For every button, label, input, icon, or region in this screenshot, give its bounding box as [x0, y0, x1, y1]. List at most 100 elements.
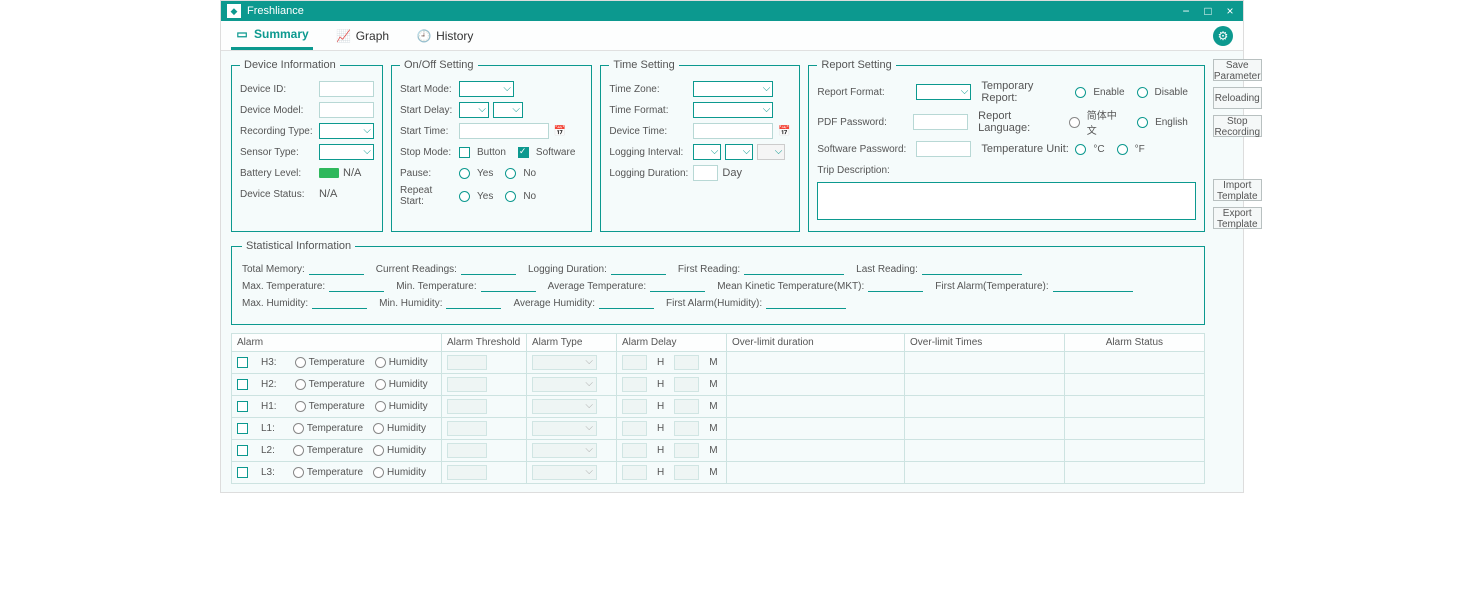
tripdesc-textarea[interactable]: [817, 182, 1196, 220]
alarm-temp-radio[interactable]: [293, 423, 304, 434]
settings-gear-icon[interactable]: ⚙: [1213, 26, 1233, 46]
alarm-temp-radio[interactable]: [293, 445, 304, 456]
alarm-row-check[interactable]: [237, 445, 248, 456]
stop-software-check[interactable]: [518, 147, 529, 158]
alarm-type-select[interactable]: [532, 399, 597, 414]
save-parameter-button[interactable]: Save Parameter: [1213, 59, 1262, 81]
alarm-delay-h-field[interactable]: [622, 377, 647, 392]
alarm-temp-radio[interactable]: [295, 379, 306, 390]
tab-graph[interactable]: 📈 Graph: [333, 23, 393, 49]
lang-en-radio[interactable]: [1137, 117, 1148, 128]
start-time-field[interactable]: [459, 123, 549, 139]
import-template-button[interactable]: Import Template: [1213, 179, 1262, 201]
stop-recording-button[interactable]: Stop Recording: [1213, 115, 1262, 137]
reportformat-select[interactable]: [916, 84, 971, 100]
alarm-type-select[interactable]: [532, 421, 597, 436]
loginterval-select2[interactable]: [725, 144, 753, 160]
alarm-row-check[interactable]: [237, 379, 248, 390]
enable-radio[interactable]: [1075, 87, 1086, 98]
alarm-delay-m-field[interactable]: [674, 443, 699, 458]
tab-summary-label: Summary: [254, 27, 309, 41]
lang-cn-radio[interactable]: [1069, 117, 1080, 128]
minimize-button[interactable]: −: [1179, 4, 1193, 18]
alarm-temp-label: Temperature: [307, 445, 363, 456]
timezone-select[interactable]: [693, 81, 773, 97]
alarm-temp-radio[interactable]: [295, 357, 306, 368]
alarm-delay-m-field[interactable]: [674, 377, 699, 392]
export-template-button[interactable]: Export Template: [1213, 207, 1262, 229]
recording-type-select[interactable]: [319, 123, 374, 139]
alarm-hum-radio[interactable]: [373, 423, 384, 434]
alarm-threshold-field[interactable]: [447, 399, 487, 414]
alarm-delay-m-field[interactable]: [674, 355, 699, 370]
maximize-button[interactable]: □: [1201, 4, 1215, 18]
alarm-delay-h-field[interactable]: [622, 443, 647, 458]
alarm-hum-label: Humidity: [387, 423, 426, 434]
time-legend: Time Setting: [609, 59, 678, 71]
swpass-field[interactable]: [916, 141, 971, 157]
device-id-field[interactable]: [319, 81, 374, 97]
start-mode-select[interactable]: [459, 81, 514, 97]
calendar-icon-2[interactable]: 📅: [777, 124, 791, 138]
device-info-legend: Device Information: [240, 59, 340, 71]
alarm-temp-radio[interactable]: [293, 467, 304, 478]
fahrenheit-radio[interactable]: [1117, 144, 1128, 155]
device-id-label: Device ID:: [240, 84, 315, 95]
celsius-radio[interactable]: [1075, 144, 1086, 155]
calendar-icon[interactable]: 📅: [553, 124, 567, 138]
alarm-delay-h-field[interactable]: [622, 399, 647, 414]
alarm-delay-h-field[interactable]: [622, 355, 647, 370]
alarm-delay-h-field[interactable]: [622, 421, 647, 436]
logduration-field[interactable]: [693, 165, 718, 181]
alarm-threshold-field[interactable]: [447, 377, 487, 392]
alarm-row-check[interactable]: [237, 467, 248, 478]
alarm-row-check[interactable]: [237, 357, 248, 368]
stop-button-check[interactable]: [459, 147, 470, 158]
alarm-type-select[interactable]: [532, 377, 597, 392]
alarm-hum-radio[interactable]: [375, 357, 386, 368]
tab-summary[interactable]: ▭ Summary: [231, 21, 313, 50]
start-delay-label: Start Delay:: [400, 105, 455, 116]
repeat-yes-radio[interactable]: [459, 191, 470, 202]
alarm-hum-radio[interactable]: [375, 401, 386, 412]
close-button[interactable]: ×: [1223, 4, 1237, 18]
disable-radio[interactable]: [1137, 87, 1148, 98]
alarm-type-select[interactable]: [532, 355, 597, 370]
stat-firstalarmh-label: First Alarm(Humidity):: [666, 298, 762, 309]
alarm-hum-radio[interactable]: [373, 467, 384, 478]
start-delay-select2[interactable]: [493, 102, 523, 118]
stop-mode-label: Stop Mode:: [400, 147, 455, 158]
alarm-type-select[interactable]: [532, 443, 597, 458]
loginterval-select1[interactable]: [693, 144, 721, 160]
loginterval-select3[interactable]: [757, 144, 785, 160]
reloading-button[interactable]: Reloading: [1213, 87, 1262, 109]
device-model-field[interactable]: [319, 102, 374, 118]
alarm-threshold-field[interactable]: [447, 421, 487, 436]
start-delay-select1[interactable]: [459, 102, 489, 118]
devicetime-field[interactable]: [693, 123, 773, 139]
device-information-group: Device Information Device ID: Device Mod…: [231, 59, 383, 232]
alarm-threshold-field[interactable]: [447, 443, 487, 458]
lang-en-label: English: [1155, 117, 1188, 128]
alarm-delay-m-field[interactable]: [674, 465, 699, 480]
pause-yes-radio[interactable]: [459, 168, 470, 179]
alarm-temp-radio[interactable]: [295, 401, 306, 412]
alarm-hum-radio[interactable]: [375, 379, 386, 390]
alarm-delay-h-field[interactable]: [622, 465, 647, 480]
alarm-delay-m-field[interactable]: [674, 421, 699, 436]
pause-no-radio[interactable]: [505, 168, 516, 179]
repeat-no-radio[interactable]: [505, 191, 516, 202]
timeformat-select[interactable]: [693, 102, 773, 118]
tab-history-label: History: [436, 29, 473, 43]
alarm-threshold-field[interactable]: [447, 465, 487, 480]
tab-history[interactable]: 🕘 History: [413, 23, 477, 49]
alarm-delay-m-field[interactable]: [674, 399, 699, 414]
alarm-row-check[interactable]: [237, 401, 248, 412]
sensor-type-select[interactable]: [319, 144, 374, 160]
alarm-row-check[interactable]: [237, 423, 248, 434]
alarm-threshold-field[interactable]: [447, 355, 487, 370]
start-time-label: Start Time:: [400, 126, 455, 137]
pdfpass-field[interactable]: [913, 114, 968, 130]
alarm-hum-radio[interactable]: [373, 445, 384, 456]
alarm-type-select[interactable]: [532, 465, 597, 480]
